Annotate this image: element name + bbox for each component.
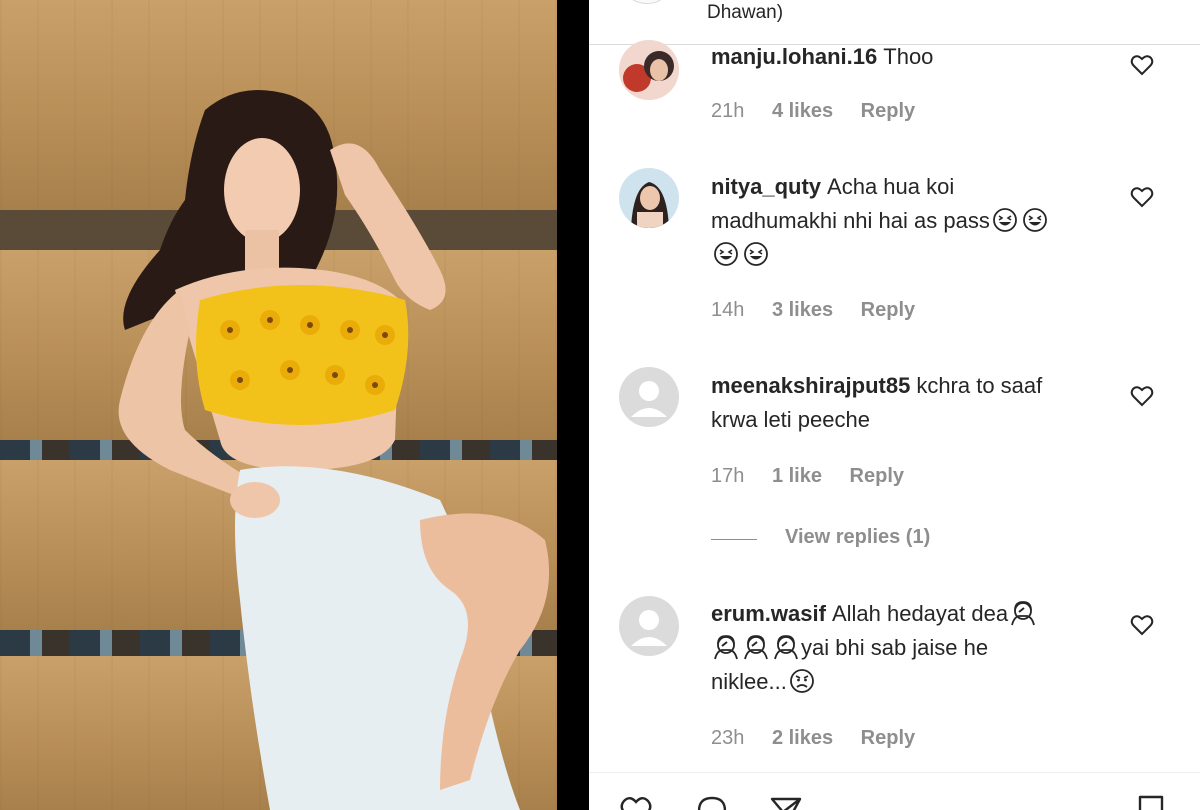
comment-time: 23h <box>711 727 745 749</box>
view-replies-button[interactable]: View replies (1) <box>785 526 930 549</box>
avatar[interactable] <box>619 168 679 228</box>
post-photo <box>0 0 557 810</box>
facepalm-emoji-icon <box>744 635 768 660</box>
separator <box>589 772 1200 773</box>
angry-emoji-icon <box>789 669 814 693</box>
bookmark-icon[interactable] <box>1134 794 1168 810</box>
comment-body: kchra to saaf <box>916 373 1043 398</box>
comment-likes[interactable]: 3 likes <box>772 299 833 321</box>
comment-text: meenakshirajput85 kchra to saaf krwa leti… <box>711 369 1111 437</box>
comments-panel[interactable]: Dhawan) manju.lohani.16 Thoo 21h 4 likes … <box>589 0 1200 810</box>
reply-button[interactable]: Reply <box>861 299 915 321</box>
comment-username[interactable]: erum.wasif <box>711 601 826 626</box>
comment-likes[interactable]: 2 likes <box>772 727 833 749</box>
comment-time: 17h <box>711 465 745 487</box>
laughing-emoji-icon <box>992 208 1017 232</box>
reply-button[interactable]: Reply <box>861 100 915 122</box>
heart-outline-icon[interactable] <box>1129 185 1155 209</box>
comment-body: Thoo <box>883 44 934 69</box>
comment-meta: 21h 4 likes Reply <box>711 100 937 123</box>
comment-text: erum.wasif Allah hedayat dea yai bhi sab … <box>711 597 1111 699</box>
panel-divider <box>557 0 589 810</box>
comment-body: niklee... <box>711 669 787 694</box>
model-figure <box>118 90 550 810</box>
comment-likes[interactable]: 4 likes <box>772 100 833 122</box>
comment-text: manju.lohani.16 Thoo <box>711 40 1111 74</box>
comment-body: Allah hedayat dea <box>831 601 1009 626</box>
avatar[interactable] <box>619 596 679 656</box>
comment-meta: 14h 3 likes Reply <box>711 299 937 322</box>
comment-time: 14h <box>711 299 745 321</box>
comment-body: krwa leti peeche <box>711 407 870 432</box>
laughing-emoji-icon <box>1022 208 1047 232</box>
facepalm-emoji-icon <box>774 635 798 660</box>
reply-button[interactable]: Reply <box>850 465 904 487</box>
previous-comment-fragment: Dhawan) <box>707 2 784 23</box>
comment-body: Acha hua koi <box>827 174 955 199</box>
comment-text: nitya_quty Acha hua koi madhumakhi nhi ha… <box>711 170 1111 272</box>
heart-outline-icon[interactable] <box>1129 53 1155 77</box>
comment-meta: 23h 2 likes Reply <box>711 727 937 750</box>
comment-icon[interactable] <box>695 794 729 810</box>
laughing-emoji-icon <box>714 242 738 266</box>
heart-outline-icon[interactable] <box>1129 384 1155 408</box>
comment-likes[interactable]: 1 like <box>772 465 822 487</box>
comment-time: 21h <box>711 100 745 122</box>
avatar[interactable] <box>619 40 679 100</box>
laughing-emoji-icon <box>744 242 768 266</box>
share-icon[interactable] <box>769 794 803 810</box>
comment-body: madhumakhi nhi hai as pass <box>711 208 990 233</box>
reply-button[interactable]: Reply <box>861 727 915 749</box>
facepalm-emoji-icon <box>714 635 738 660</box>
comment-username[interactable]: meenakshirajput85 <box>711 373 910 398</box>
avatar[interactable] <box>619 367 679 427</box>
like-icon[interactable] <box>619 794 653 810</box>
avatar[interactable] <box>619 0 675 4</box>
view-replies[interactable]: View replies (1) <box>711 524 1011 554</box>
facepalm-emoji-icon <box>1011 601 1035 626</box>
comment-username[interactable]: nitya_quty <box>711 174 821 199</box>
view-replies-line <box>711 539 757 540</box>
comment-body: yai bhi sab jaise he <box>801 635 989 660</box>
comment-username[interactable]: manju.lohani.16 <box>711 44 877 69</box>
comment-meta: 17h 1 like Reply <box>711 465 926 488</box>
heart-outline-icon[interactable] <box>1129 613 1155 637</box>
